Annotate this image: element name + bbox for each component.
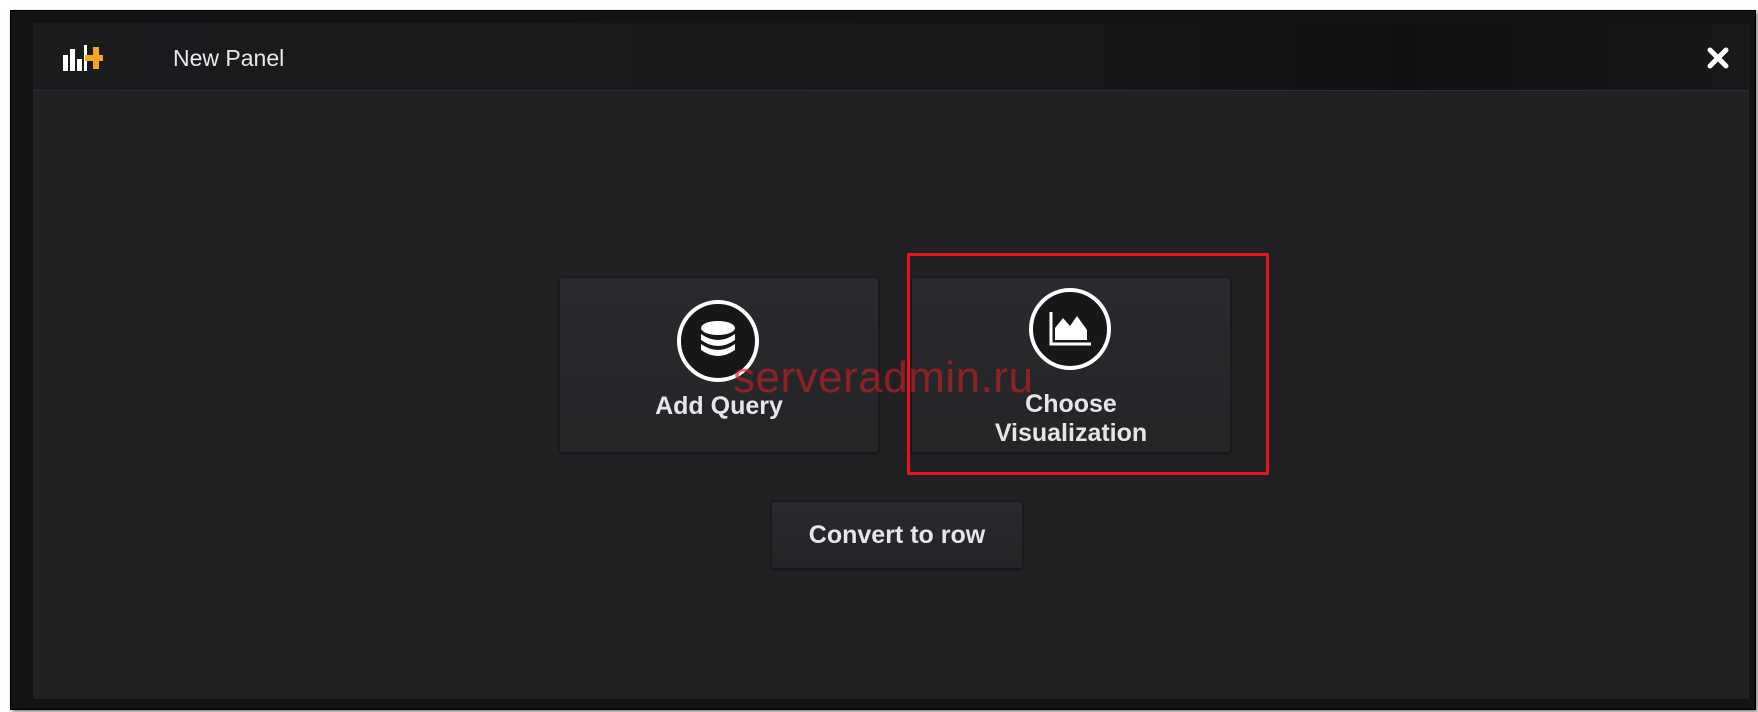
choose-visualization-label: Choose Visualization: [912, 390, 1230, 448]
choose-visualization-button[interactable]: Choose Visualization: [911, 277, 1231, 453]
choose-visualization-label-line1: Choose: [1025, 390, 1117, 418]
convert-to-row-button[interactable]: Convert to row: [771, 501, 1023, 569]
add-query-button[interactable]: Add Query: [559, 277, 879, 453]
choose-visualization-label-line2: Visualization: [994, 419, 1148, 447]
panel-header: New Panel: [33, 23, 1749, 91]
new-panel-dialog: New Panel Add Query Choose Visualization…: [33, 23, 1749, 699]
panel-title: New Panel: [173, 45, 285, 71]
area-chart-icon: [1029, 288, 1111, 370]
close-icon[interactable]: [1705, 45, 1731, 71]
screenshot-frame: New Panel Add Query Choose Visualization…: [10, 10, 1756, 710]
add-query-label: Add Query: [655, 392, 783, 420]
panel-add-icon: [63, 45, 103, 71]
database-icon: [677, 300, 759, 382]
